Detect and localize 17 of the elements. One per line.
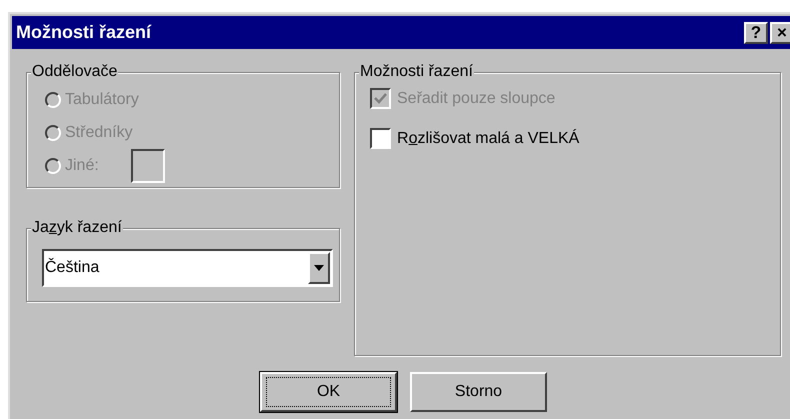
- ok-button[interactable]: OK: [260, 372, 397, 412]
- caret-icon: [314, 265, 324, 271]
- checkbox-label: Rozlišovat malá a VELKÁ: [397, 128, 580, 148]
- other-separator-field[interactable]: [130, 148, 165, 182]
- help-button[interactable]: ?: [744, 22, 768, 44]
- checkbox[interactable]: [370, 128, 391, 149]
- radio-label: Jiné:: [65, 156, 99, 176]
- close-button[interactable]: ×: [770, 22, 790, 44]
- dropdown-button[interactable]: [308, 252, 330, 284]
- checkmark-icon: [374, 93, 387, 104]
- radio-label: Tabulátory: [65, 90, 139, 110]
- language-dropdown[interactable]: Čeština: [42, 249, 333, 287]
- cancel-button[interactable]: Storno: [410, 372, 547, 412]
- checkbox-label: Seřadit pouze sloupce: [397, 88, 556, 108]
- window-title: Možnosti řazení: [16, 21, 152, 44]
- group-title: Jazyk řazení: [31, 218, 123, 238]
- radio-label: Středníky: [65, 122, 133, 142]
